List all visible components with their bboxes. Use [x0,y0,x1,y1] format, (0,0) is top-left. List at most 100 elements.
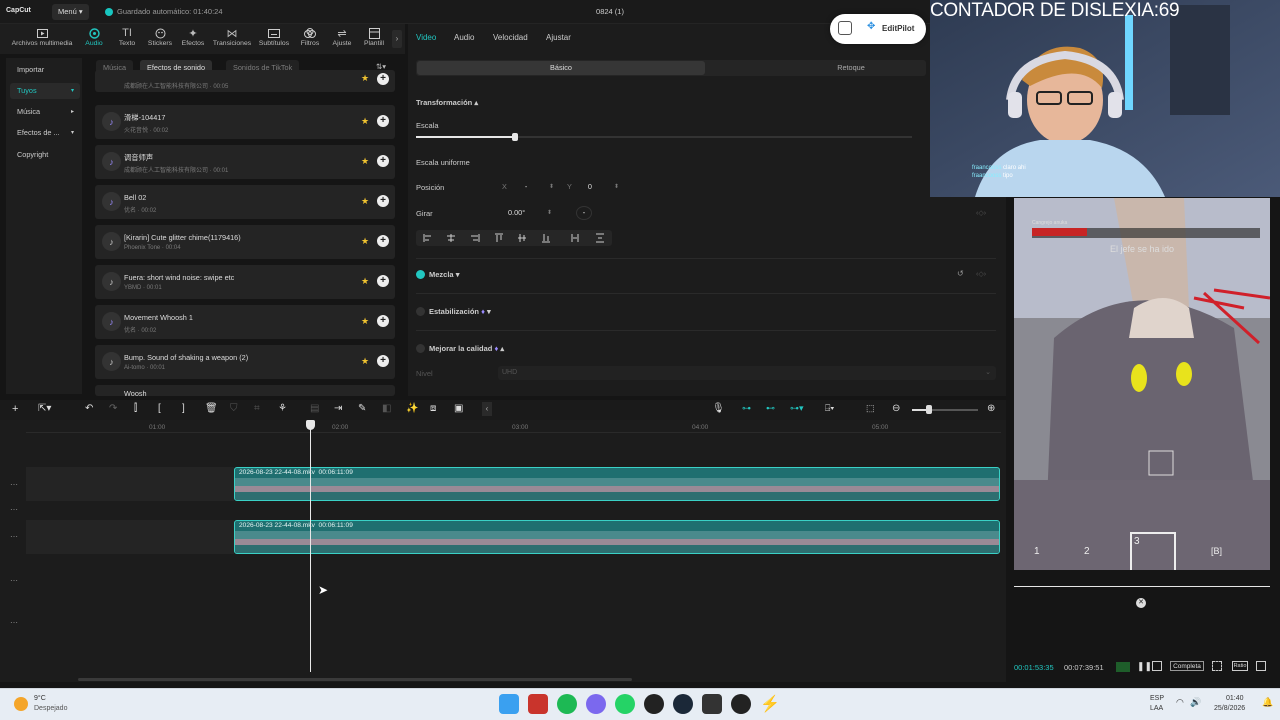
tab-templates[interactable]: Plantill [356,26,392,52]
ai-edit-icon[interactable]: ⚘ [278,403,287,414]
tab-speed[interactable]: Velocidad [493,33,528,42]
sidebar-item-yours[interactable]: Tuyos ▾ [10,83,80,99]
tabs-scroll-right-icon[interactable]: › [392,30,402,48]
align-icons[interactable] [416,230,612,246]
zoom-slider-thumb[interactable] [926,405,932,414]
delete-icon[interactable]: 🗑 [205,403,218,414]
quality-button[interactable]: Completa [1170,661,1204,671]
position-x-field[interactable]: X - ⬍ [498,180,556,194]
notification-icon[interactable]: 🔔 [1262,697,1273,708]
magic-icon[interactable]: ✨ [406,403,418,414]
clock-time[interactable]: 01:40 [1226,695,1244,702]
wifi-icon[interactable]: ◠ [1176,697,1184,708]
track-menu-icon[interactable]: ⋯ [10,505,18,514]
pause-icon[interactable]: ❚❚ [1137,661,1152,672]
lightning-icon[interactable]: ⚡ [760,694,780,714]
list-item[interactable]: ♪ [Kirarin] Cute glitter chime(1179416) Ph… [95,225,395,259]
add-icon[interactable]: + [377,235,389,247]
blend-heading[interactable]: Mezcla ▾ [429,270,459,279]
reset-icon[interactable]: ↺ [957,269,964,278]
track-menu-icon[interactable]: ⋯ [10,576,18,585]
track-menu-icon[interactable]: ⋯ [10,480,18,489]
spotify-icon[interactable] [557,694,577,714]
capture-icon[interactable]: ⧈ [430,403,436,414]
list-item[interactable]: Woosh [95,385,395,398]
level-select[interactable]: UHD ⌄ [498,366,996,380]
enhance-heading[interactable]: Mejorar la calidad ♦ ▴ [429,344,504,353]
split-icon[interactable]: ⫿ [134,403,137,414]
list-item[interactable]: ♪ Bump. Sound of shaking a weapon (2) Ai-t… [95,345,395,379]
add-track-icon[interactable]: + [12,403,18,415]
video-clip[interactable]: 2026-08-23 22-44-08.mkv 00:06:11:09 [234,520,1000,554]
keyframe-icon[interactable]: ‹◇› [976,209,986,217]
star-icon[interactable]: ★ [361,276,369,287]
star-icon[interactable]: ★ [361,73,369,84]
sidebar-item-copyright[interactable]: Copyright [10,147,80,163]
fullscreen-icon[interactable] [1256,661,1266,671]
stabilization-checkbox[interactable] [416,307,425,316]
list-item[interactable]: 成都顾在人工智能科技有限公司 · 00:05 ★ + [95,70,395,92]
add-icon[interactable]: + [377,195,389,207]
rotate-dial[interactable]: - [576,206,592,220]
ratio-button[interactable]: Ratio [1232,661,1248,671]
add-icon[interactable]: + [377,73,389,85]
main-track-magnet-icon[interactable]: ⊶ [742,403,751,414]
list-item[interactable]: ♪ Fuera: short wind noise: swipe etc YBMD … [95,265,395,299]
auto-snap-icon[interactable]: ⊷ [766,403,775,414]
whatsapp-icon[interactable] [615,694,635,714]
tab-video[interactable]: Video [416,33,436,42]
fit-icon[interactable] [1212,661,1222,671]
language-code[interactable]: ESP [1150,695,1164,702]
mask-icon[interactable]: ✎ [358,403,366,414]
shield-icon[interactable]: ⛉ [230,403,238,414]
obs-icon[interactable] [644,694,664,714]
track-menu-icon[interactable]: ⋯ [10,618,18,627]
game-icon[interactable] [731,694,751,714]
video-clip[interactable]: 2026-08-23 22-44-08.mkv 00:06:11:09 [234,467,1000,501]
enhance-checkbox[interactable] [416,344,425,353]
position-y-field[interactable]: Y 0 ⬍ [563,180,621,194]
preview-progress[interactable] [1014,586,1270,587]
segment-basic[interactable]: Básico [417,61,705,75]
trim-left-icon[interactable]: [ [158,403,161,414]
timeline-scrollbar[interactable] [78,678,632,681]
export-frame-icon[interactable]: ▣ [454,403,463,414]
tab-audio-props[interactable]: Audio [454,33,474,42]
preview-axis-icon[interactable]: ⍈▾ [825,403,834,414]
undo-icon[interactable]: ↶ [85,403,93,414]
windows-start-icon[interactable] [499,694,519,714]
track-menu-icon[interactable]: ⋯ [10,532,18,541]
keyframe-icon[interactable]: ‹◇› [976,270,986,278]
scale-slider-thumb[interactable] [512,133,519,141]
volume-icon[interactable]: 🔊 [1190,697,1201,708]
transform-heading[interactable]: Transformación ▴ [416,98,478,107]
steam-icon[interactable] [673,694,693,714]
add-icon[interactable]: + [377,115,389,127]
playhead[interactable] [310,420,311,672]
keyboard-layout[interactable]: LAA [1150,705,1163,712]
fit-timeline-icon[interactable]: ⬚ [866,403,875,414]
star-icon[interactable]: ★ [361,156,369,167]
linkage-icon[interactable]: ⊶▾ [790,403,804,414]
list-item[interactable]: ♪ Bell 02 优名 · 00:02 ★ + [95,185,395,219]
collapse-icon[interactable]: ‹ [482,402,492,416]
split-scene-icon[interactable]: ⇥ [334,403,342,414]
sidebar-item-music[interactable]: Música ▸ [10,104,80,120]
tab-effects[interactable]: ✦ Efectos [173,26,213,52]
star-icon[interactable]: ★ [361,356,369,367]
blend-checkbox[interactable] [416,270,425,279]
star-icon[interactable]: ★ [361,316,369,327]
sidebar-item-sfx[interactable]: Efectos de ... ▾ [10,125,80,141]
freeze-icon[interactable]: ▤ [310,403,319,414]
clock-date[interactable]: 25/8/2026 [1214,705,1245,712]
microphone-icon[interactable]: 🎙 [712,403,725,414]
rotate-field[interactable]: 0.00° ⬍ [498,206,554,220]
redo-icon[interactable]: ↷ [109,403,117,414]
add-icon[interactable]: + [377,355,389,367]
star-icon[interactable]: ★ [361,236,369,247]
add-icon[interactable]: + [377,155,389,167]
menu-button[interactable]: Menú ▾ [52,4,89,20]
discord-icon[interactable] [586,694,606,714]
star-icon[interactable]: ★ [361,196,369,207]
tab-subtitles[interactable]: Subtítulos [254,26,294,52]
